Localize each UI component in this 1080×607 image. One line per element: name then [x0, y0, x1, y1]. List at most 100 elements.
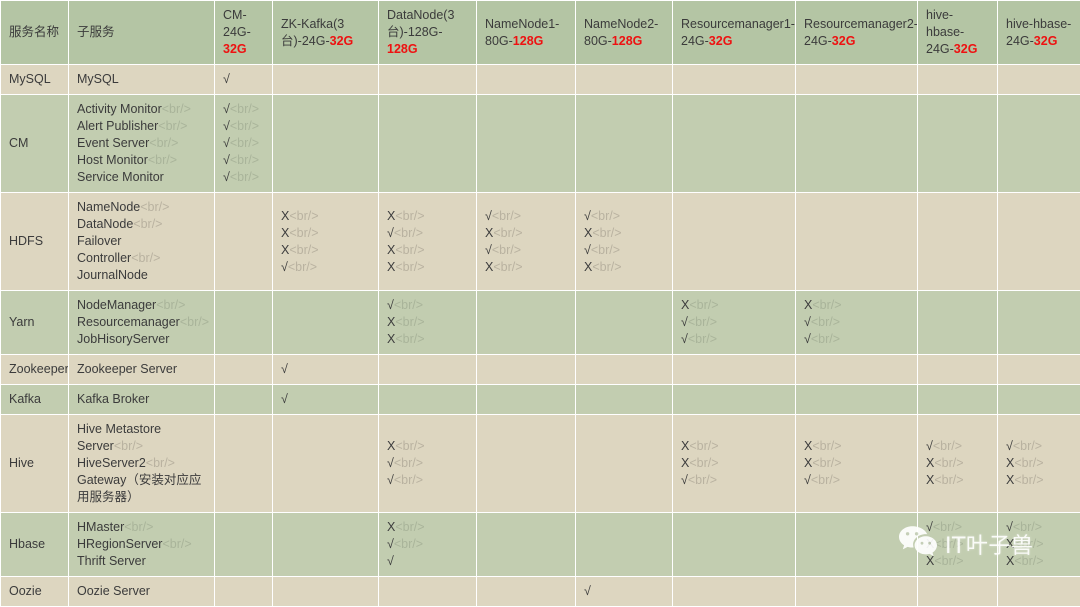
br-tag-literal: <br/>: [1014, 456, 1043, 470]
deployment-cell: [576, 95, 673, 193]
service-name-cell: Zookeeper: [1, 355, 69, 385]
deployment-cell: [918, 291, 998, 355]
deployment-mark-line: X<br/>: [1006, 455, 1072, 472]
column-header-5: NameNode1-80G-128G: [477, 1, 576, 65]
br-tag-literal: <br/>: [395, 243, 424, 257]
deployment-mark-line: √<br/>: [681, 472, 787, 489]
check-mark-icon: √: [1006, 439, 1013, 453]
deployment-cell: [998, 291, 1080, 355]
check-mark-icon: √: [804, 315, 811, 329]
service-name-cell: MySQL: [1, 65, 69, 95]
check-mark-icon: √: [223, 136, 230, 150]
service-name-cell: Hive: [1, 415, 69, 513]
check-mark-icon: √: [223, 72, 230, 86]
br-tag-literal: <br/>: [131, 251, 160, 265]
column-header-6: NameNode2-80G-128G: [576, 1, 673, 65]
br-tag-literal: <br/>: [934, 473, 963, 487]
deployment-cell: X<br/>X<br/>X<br/>√<br/>: [273, 193, 379, 291]
deployment-cell: √<br/>√<br/>√<br/>√<br/>√<br/>: [215, 95, 273, 193]
column-header-8: Resourcemanager2-24G-32G: [796, 1, 918, 65]
deployment-mark-line: X<br/>: [926, 553, 989, 570]
header-row: 服务名称子服务CM-24G-32GZK-Kafka(3台)-24G-32GDat…: [1, 1, 1080, 65]
br-tag-literal: <br/>: [133, 217, 162, 231]
br-tag-literal: <br/>: [158, 119, 187, 133]
deployment-cell: [379, 65, 477, 95]
deployment-mark-line: √<br/>: [387, 472, 468, 489]
check-mark-icon: √: [1006, 520, 1013, 534]
sub-service-line: JournalNode: [77, 267, 206, 284]
deployment-cell: [796, 355, 918, 385]
deployment-cell: [576, 415, 673, 513]
sub-service-line: Resourcemanager<br/>: [77, 314, 206, 331]
check-mark-icon: √: [485, 243, 492, 257]
deployment-cell: [918, 95, 998, 193]
header-memory-highlight: 32G: [330, 34, 354, 48]
br-tag-literal: <br/>: [688, 315, 717, 329]
br-tag-literal: <br/>: [156, 298, 185, 312]
br-tag-literal: <br/>: [1013, 520, 1042, 534]
table-row: KafkaKafka Broker√: [1, 385, 1080, 415]
header-line-2: 24G-: [1006, 34, 1034, 48]
header-memory-highlight: 32G: [832, 34, 856, 48]
deployment-cell: [998, 385, 1080, 415]
column-header-7: Resourcemanager1-24G-32G: [673, 1, 796, 65]
sub-service-line: Zookeeper Server: [77, 361, 206, 378]
table-row: Zookeeper Zookeeper Server √: [1, 355, 1080, 385]
br-tag-literal: <br/>: [811, 315, 840, 329]
deployment-mark-line: √<br/>: [804, 472, 909, 489]
br-tag-literal: <br/>: [395, 260, 424, 274]
check-mark-icon: √: [387, 554, 394, 568]
table-header: 服务名称子服务CM-24G-32GZK-Kafka(3台)-24G-32GDat…: [1, 1, 1080, 65]
deployment-mark-line: √<br/>: [804, 331, 909, 348]
deployment-mark-line: X<br/>: [387, 314, 468, 331]
deployment-mark-line: X<br/>: [804, 438, 909, 455]
deployment-cell: [796, 513, 918, 577]
deployment-mark-line: √: [281, 391, 370, 408]
sub-service-line: Host Monitor<br/>: [77, 152, 206, 169]
deployment-cell: [273, 415, 379, 513]
deployment-mark-line: √: [281, 361, 370, 378]
br-tag-literal: <br/>: [146, 456, 175, 470]
check-mark-icon: √: [804, 332, 811, 346]
check-mark-icon: √: [223, 153, 230, 167]
deployment-mark-line: √<br/>: [681, 314, 787, 331]
br-tag-literal: <br/>: [934, 537, 963, 551]
br-tag-literal: <br/>: [1014, 473, 1043, 487]
deployment-cell: [273, 291, 379, 355]
header-line-1: DataNode(3: [387, 8, 454, 22]
br-tag-literal: <br/>: [689, 456, 718, 470]
column-header-2: CM-24G-32G: [215, 1, 273, 65]
sub-service-cell: NodeManager<br/>Resourcemanager<br/>JobH…: [69, 291, 215, 355]
header-memory-highlight: 128G: [513, 34, 544, 48]
br-tag-literal: <br/>: [493, 226, 522, 240]
deployment-mark-line: √<br/>: [223, 118, 264, 135]
header-memory-highlight: 32G: [223, 42, 247, 56]
sub-service-line: JobHisoryServer: [77, 331, 206, 348]
service-name-cell: Yarn: [1, 291, 69, 355]
deployment-cell: [576, 385, 673, 415]
br-tag-literal: <br/>: [149, 136, 178, 150]
br-tag-literal: <br/>: [394, 473, 423, 487]
sub-service-line: NodeManager<br/>: [77, 297, 206, 314]
sub-service-line: DataNode<br/>: [77, 216, 206, 233]
deployment-mark-line: √<br/>: [223, 169, 264, 186]
deployment-cell: [273, 95, 379, 193]
br-tag-literal: <br/>: [289, 243, 318, 257]
table-row: HDFSNameNode<br/>DataNode<br/>Failover C…: [1, 193, 1080, 291]
sub-service-line: HRegionServer<br/>: [77, 536, 206, 553]
sub-service-line: Gateway（安装对应应用服务器）: [77, 472, 206, 506]
deployment-mark-line: √<br/>: [281, 259, 370, 276]
sub-service-line: Kafka Broker: [77, 391, 206, 408]
deployment-mark-line: √<br/>: [681, 331, 787, 348]
check-mark-icon: √: [926, 520, 933, 534]
header-memory-highlight: 32G: [1034, 34, 1058, 48]
deployment-mark-line: X<br/>: [1006, 472, 1072, 489]
deployment-cell: √<br/>X<br/>√<br/>X<br/>: [477, 193, 576, 291]
deployment-mark-line: √<br/>: [584, 208, 664, 225]
check-mark-icon: √: [387, 456, 394, 470]
deployment-mark-line: √<br/>: [1006, 519, 1072, 536]
table-row: CMActivity Monitor<br/>Alert Publisher<b…: [1, 95, 1080, 193]
br-tag-literal: <br/>: [395, 315, 424, 329]
header-line-1: NameNode2-: [584, 17, 658, 31]
br-tag-literal: <br/>: [395, 209, 424, 223]
